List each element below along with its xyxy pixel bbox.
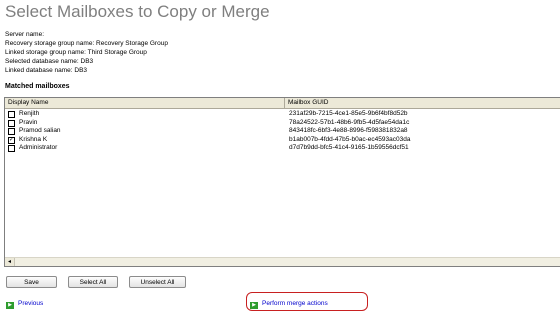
column-header-display-name[interactable]: Display Name [5, 98, 285, 108]
display-name-cell: Administrator [19, 144, 58, 151]
green-arrow-icon: ▶ [250, 302, 258, 309]
column-header-mailbox-guid[interactable]: Mailbox GUID [285, 98, 560, 108]
unselect-all-button[interactable]: Unselect All [129, 276, 186, 288]
row-checkbox[interactable] [8, 128, 15, 135]
display-name-cell: Krishna K [19, 135, 48, 143]
display-name-cell: Pravin [19, 118, 38, 126]
row-checkbox[interactable] [8, 119, 15, 127]
display-name-cell: Renjith [19, 110, 40, 117]
table-row[interactable]: Renjith 231af29b-7215-4ce1-85e5-9b6f4bf8… [5, 110, 560, 119]
row-checkbox[interactable] [8, 111, 15, 118]
grid-header: Display Name Mailbox GUID [5, 98, 560, 109]
green-arrow-icon: ▶ [6, 302, 14, 309]
select-all-button[interactable]: Select All [68, 276, 118, 288]
mailbox-guid-cell: b1ab007b-4fdd-47b5-b0ac-ec4593ac03da [289, 135, 411, 143]
grid-rows: Renjith 231af29b-7215-4ce1-85e5-9b6f4bf8… [5, 110, 560, 153]
mailbox-guid-cell: 843418fc-6bf3-4e88-8996-f598381832a8 [289, 127, 408, 134]
row-checkbox[interactable] [8, 145, 15, 152]
save-button[interactable]: Save [6, 276, 57, 288]
scroll-left-arrow-icon[interactable]: ◂ [5, 258, 15, 266]
perform-merge-link[interactable]: ▶ Perform merge actions [250, 299, 328, 309]
recovery-storage-group-label: Recovery storage group name: Recovery St… [5, 40, 168, 47]
linked-storage-group-label: Linked storage group name: Third Storage… [5, 49, 147, 56]
mailbox-guid-cell: d7d7b9dd-bfc5-41c4-9165-1b59556dcf51 [289, 144, 409, 151]
table-row[interactable]: Krishna K b1ab007b-4fdd-47b5-b0ac-ec4593… [5, 136, 560, 145]
perform-merge-label: Perform merge actions [262, 300, 328, 307]
display-name-cell: Pramod salian [19, 127, 61, 134]
page-title: Select Mailboxes to Copy or Merge [5, 2, 270, 21]
mailbox-grid: Display Name Mailbox GUID Renjith 231af2… [4, 97, 560, 267]
selected-database-label: Selected database name: DB3 [5, 58, 94, 65]
table-row[interactable]: Administrator d7d7b9dd-bfc5-41c4-9165-1b… [5, 144, 560, 153]
mailbox-guid-cell: 78a24522-57b1-48b6-9fb5-4d5fae54da1c [289, 118, 410, 126]
mailbox-guid-cell: 231af29b-7215-4ce1-85e5-9b6f4bf8d52b [289, 110, 408, 117]
horizontal-scrollbar[interactable]: ◂ [5, 257, 560, 266]
linked-database-label: Linked database name: DB3 [5, 67, 88, 74]
matched-mailboxes-heading: Matched mailboxes [5, 83, 70, 90]
table-row[interactable]: Pramod salian 843418fc-6bf3-4e88-8996-f5… [5, 127, 560, 136]
row-checkbox-checked[interactable] [8, 136, 15, 144]
previous-label: Previous [18, 300, 44, 307]
server-name-label: Server name: [5, 31, 45, 38]
previous-link[interactable]: ▶ Previous [6, 299, 43, 309]
table-row[interactable]: Pravin 78a24522-57b1-48b6-9fb5-4d5fae54d… [5, 119, 560, 128]
info-block: Server name: Recovery storage group name… [5, 30, 168, 75]
